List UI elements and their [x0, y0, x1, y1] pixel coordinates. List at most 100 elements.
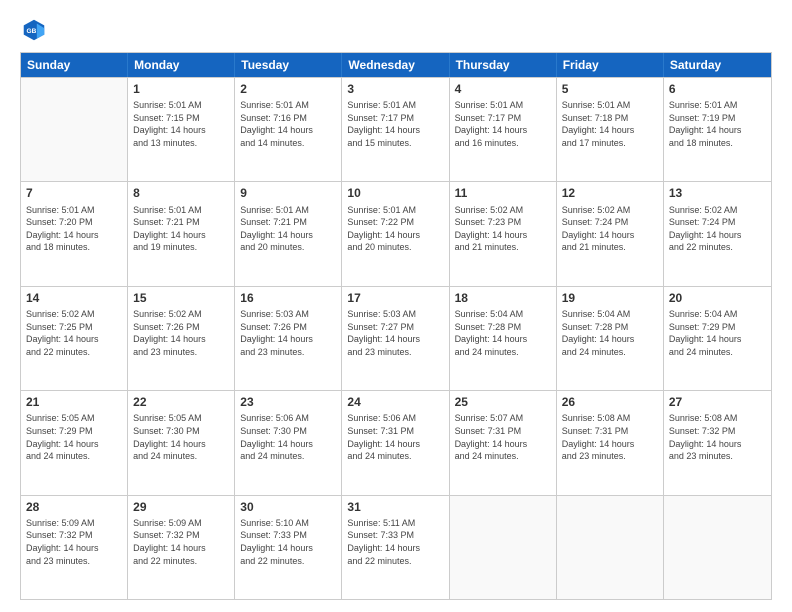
calendar-row: 7 Sunrise: 5:01 AM Sunset: 7:20 PM Daylig…	[21, 181, 771, 285]
day-number: 11	[455, 185, 551, 201]
cell-info: Sunrise: 5:02 AM Sunset: 7:24 PM Dayligh…	[562, 204, 658, 254]
cell-info: Sunrise: 5:01 AM Sunset: 7:16 PM Dayligh…	[240, 99, 336, 149]
day-number: 20	[669, 290, 766, 306]
day-number: 9	[240, 185, 336, 201]
cell-info: Sunrise: 5:10 AM Sunset: 7:33 PM Dayligh…	[240, 517, 336, 567]
calendar-cell: 30 Sunrise: 5:10 AM Sunset: 7:33 PM Dayli…	[235, 496, 342, 599]
logo: GB	[20, 16, 52, 44]
logo-icon: GB	[20, 16, 48, 44]
calendar-cell: 8 Sunrise: 5:01 AM Sunset: 7:21 PM Daylig…	[128, 182, 235, 285]
calendar-row: 14 Sunrise: 5:02 AM Sunset: 7:25 PM Dayli…	[21, 286, 771, 390]
day-number: 7	[26, 185, 122, 201]
day-number: 30	[240, 499, 336, 515]
day-number: 26	[562, 394, 658, 410]
cell-info: Sunrise: 5:01 AM Sunset: 7:21 PM Dayligh…	[240, 204, 336, 254]
cell-info: Sunrise: 5:08 AM Sunset: 7:31 PM Dayligh…	[562, 412, 658, 462]
day-number: 31	[347, 499, 443, 515]
day-number: 23	[240, 394, 336, 410]
cell-info: Sunrise: 5:07 AM Sunset: 7:31 PM Dayligh…	[455, 412, 551, 462]
cell-info: Sunrise: 5:03 AM Sunset: 7:27 PM Dayligh…	[347, 308, 443, 358]
cell-info: Sunrise: 5:06 AM Sunset: 7:30 PM Dayligh…	[240, 412, 336, 462]
calendar-cell	[450, 496, 557, 599]
cell-info: Sunrise: 5:01 AM Sunset: 7:22 PM Dayligh…	[347, 204, 443, 254]
day-number: 3	[347, 81, 443, 97]
day-number: 6	[669, 81, 766, 97]
calendar-cell: 2 Sunrise: 5:01 AM Sunset: 7:16 PM Daylig…	[235, 78, 342, 181]
day-number: 29	[133, 499, 229, 515]
calendar-cell	[664, 496, 771, 599]
calendar-header: SundayMondayTuesdayWednesdayThursdayFrid…	[21, 53, 771, 77]
header: GB	[20, 16, 772, 44]
day-number: 27	[669, 394, 766, 410]
cell-info: Sunrise: 5:02 AM Sunset: 7:25 PM Dayligh…	[26, 308, 122, 358]
calendar-cell: 23 Sunrise: 5:06 AM Sunset: 7:30 PM Dayli…	[235, 391, 342, 494]
day-number: 2	[240, 81, 336, 97]
cell-info: Sunrise: 5:04 AM Sunset: 7:28 PM Dayligh…	[562, 308, 658, 358]
calendar-row: 1 Sunrise: 5:01 AM Sunset: 7:15 PM Daylig…	[21, 77, 771, 181]
day-number: 13	[669, 185, 766, 201]
day-number: 17	[347, 290, 443, 306]
calendar-cell: 6 Sunrise: 5:01 AM Sunset: 7:19 PM Daylig…	[664, 78, 771, 181]
calendar-cell: 18 Sunrise: 5:04 AM Sunset: 7:28 PM Dayli…	[450, 287, 557, 390]
calendar-cell: 19 Sunrise: 5:04 AM Sunset: 7:28 PM Dayli…	[557, 287, 664, 390]
page: GB SundayMondayTuesdayWednesdayThursdayF…	[0, 0, 792, 612]
cell-info: Sunrise: 5:04 AM Sunset: 7:29 PM Dayligh…	[669, 308, 766, 358]
day-number: 16	[240, 290, 336, 306]
cell-info: Sunrise: 5:02 AM Sunset: 7:23 PM Dayligh…	[455, 204, 551, 254]
day-number: 18	[455, 290, 551, 306]
cell-info: Sunrise: 5:01 AM Sunset: 7:21 PM Dayligh…	[133, 204, 229, 254]
day-number: 8	[133, 185, 229, 201]
calendar-cell: 5 Sunrise: 5:01 AM Sunset: 7:18 PM Daylig…	[557, 78, 664, 181]
day-number: 4	[455, 81, 551, 97]
calendar-cell: 27 Sunrise: 5:08 AM Sunset: 7:32 PM Dayli…	[664, 391, 771, 494]
cell-info: Sunrise: 5:01 AM Sunset: 7:18 PM Dayligh…	[562, 99, 658, 149]
cell-info: Sunrise: 5:01 AM Sunset: 7:19 PM Dayligh…	[669, 99, 766, 149]
calendar-cell: 14 Sunrise: 5:02 AM Sunset: 7:25 PM Dayli…	[21, 287, 128, 390]
header-day: Sunday	[21, 53, 128, 77]
calendar-cell	[557, 496, 664, 599]
calendar-cell: 29 Sunrise: 5:09 AM Sunset: 7:32 PM Dayli…	[128, 496, 235, 599]
day-number: 19	[562, 290, 658, 306]
calendar-row: 28 Sunrise: 5:09 AM Sunset: 7:32 PM Dayli…	[21, 495, 771, 599]
cell-info: Sunrise: 5:01 AM Sunset: 7:20 PM Dayligh…	[26, 204, 122, 254]
cell-info: Sunrise: 5:05 AM Sunset: 7:30 PM Dayligh…	[133, 412, 229, 462]
calendar-cell: 16 Sunrise: 5:03 AM Sunset: 7:26 PM Dayli…	[235, 287, 342, 390]
cell-info: Sunrise: 5:08 AM Sunset: 7:32 PM Dayligh…	[669, 412, 766, 462]
day-number: 14	[26, 290, 122, 306]
day-number: 24	[347, 394, 443, 410]
calendar-cell: 25 Sunrise: 5:07 AM Sunset: 7:31 PM Dayli…	[450, 391, 557, 494]
cell-info: Sunrise: 5:11 AM Sunset: 7:33 PM Dayligh…	[347, 517, 443, 567]
calendar-cell: 26 Sunrise: 5:08 AM Sunset: 7:31 PM Dayli…	[557, 391, 664, 494]
cell-info: Sunrise: 5:02 AM Sunset: 7:26 PM Dayligh…	[133, 308, 229, 358]
day-number: 21	[26, 394, 122, 410]
calendar-cell: 3Sunrise: 5:01 AM Sunset: 7:17 PM Daylig…	[342, 78, 449, 181]
header-day: Wednesday	[342, 53, 449, 77]
calendar-cell: 4 Sunrise: 5:01 AM Sunset: 7:17 PM Daylig…	[450, 78, 557, 181]
day-number: 10	[347, 185, 443, 201]
header-day: Tuesday	[235, 53, 342, 77]
header-day: Saturday	[664, 53, 771, 77]
day-number: 28	[26, 499, 122, 515]
calendar-cell: 20 Sunrise: 5:04 AM Sunset: 7:29 PM Dayli…	[664, 287, 771, 390]
cell-info: Sunrise: 5:03 AM Sunset: 7:26 PM Dayligh…	[240, 308, 336, 358]
cell-info: Sunrise: 5:05 AM Sunset: 7:29 PM Dayligh…	[26, 412, 122, 462]
cell-info: Sunrise: 5:01 AM Sunset: 7:15 PM Dayligh…	[133, 99, 229, 149]
day-number: 1	[133, 81, 229, 97]
day-number: 25	[455, 394, 551, 410]
calendar-cell: 21 Sunrise: 5:05 AM Sunset: 7:29 PM Dayli…	[21, 391, 128, 494]
cell-info: Sunrise: 5:01 AM Sunset: 7:17 PM Dayligh…	[455, 99, 551, 149]
calendar-cell: 15Sunrise: 5:02 AM Sunset: 7:26 PM Dayli…	[128, 287, 235, 390]
calendar-cell: 12Sunrise: 5:02 AM Sunset: 7:24 PM Dayli…	[557, 182, 664, 285]
header-day: Thursday	[450, 53, 557, 77]
cell-info: Sunrise: 5:09 AM Sunset: 7:32 PM Dayligh…	[133, 517, 229, 567]
calendar-cell: 10 Sunrise: 5:01 AM Sunset: 7:22 PM Dayli…	[342, 182, 449, 285]
cell-info: Sunrise: 5:09 AM Sunset: 7:32 PM Dayligh…	[26, 517, 122, 567]
cell-info: Sunrise: 5:06 AM Sunset: 7:31 PM Dayligh…	[347, 412, 443, 462]
calendar-cell: 9 Sunrise: 5:01 AM Sunset: 7:21 PM Daylig…	[235, 182, 342, 285]
day-number: 5	[562, 81, 658, 97]
calendar-cell: 13Sunrise: 5:02 AM Sunset: 7:24 PM Dayli…	[664, 182, 771, 285]
calendar-body: 1 Sunrise: 5:01 AM Sunset: 7:15 PM Daylig…	[21, 77, 771, 599]
header-day: Friday	[557, 53, 664, 77]
calendar-row: 21 Sunrise: 5:05 AM Sunset: 7:29 PM Dayli…	[21, 390, 771, 494]
cell-info: Sunrise: 5:04 AM Sunset: 7:28 PM Dayligh…	[455, 308, 551, 358]
